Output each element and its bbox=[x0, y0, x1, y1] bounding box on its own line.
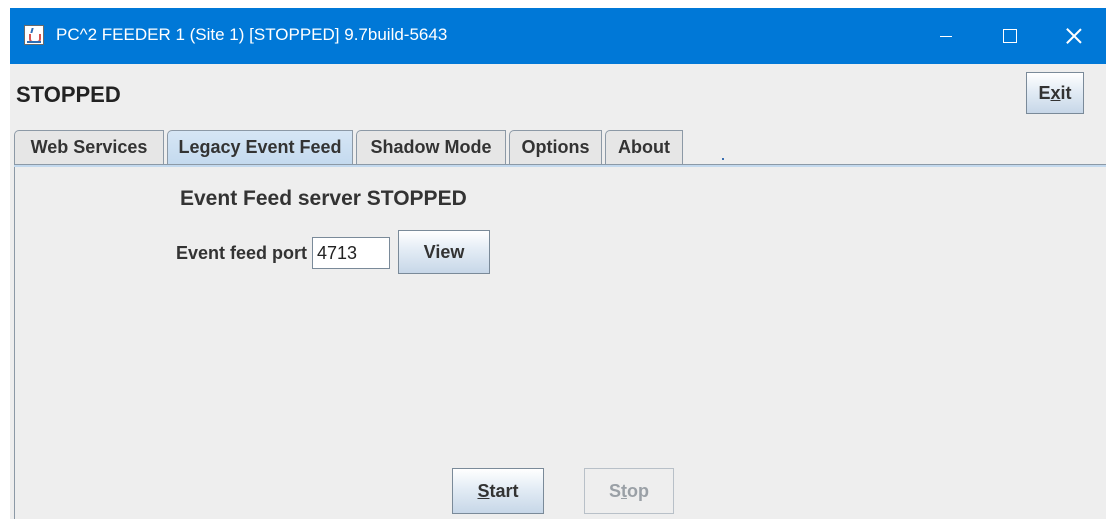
tab-options[interactable]: Options bbox=[509, 130, 602, 164]
start-label-rest: tart bbox=[489, 481, 519, 501]
stop-label-rest: op bbox=[627, 481, 649, 501]
start-mnemonic: S bbox=[477, 481, 490, 501]
maximize-icon bbox=[1003, 29, 1017, 43]
stop-button[interactable]: Stop bbox=[584, 468, 674, 514]
close-icon bbox=[1066, 28, 1082, 44]
tab-shadow-mode[interactable]: Shadow Mode bbox=[356, 130, 506, 164]
maximize-button[interactable] bbox=[978, 8, 1042, 64]
legacy-event-feed-panel bbox=[14, 167, 1106, 519]
tab-web-services[interactable]: Web Services bbox=[14, 130, 164, 164]
feeder-window: PC^2 FEEDER 1 (Site 1) [STOPPED] 9.7buil… bbox=[10, 8, 1106, 519]
stop-label-pre: S bbox=[608, 481, 621, 501]
view-button[interactable]: View bbox=[398, 230, 490, 274]
exit-button[interactable]: Exit bbox=[1026, 72, 1084, 114]
exit-label-pre: E bbox=[1038, 83, 1051, 103]
minimize-icon bbox=[940, 36, 952, 37]
tab-legacy-event-feed[interactable]: Legacy Event Feed bbox=[167, 130, 353, 166]
event-feed-port-label: Event feed port bbox=[176, 243, 308, 263]
feeder-status-label: STOPPED bbox=[16, 82, 121, 107]
start-button[interactable]: Start bbox=[452, 468, 544, 514]
exit-mnemonic: x bbox=[1050, 83, 1061, 103]
event-feed-port-input[interactable] bbox=[312, 237, 390, 269]
tab-strip-marker bbox=[722, 158, 724, 160]
close-button[interactable] bbox=[1042, 8, 1106, 64]
event-feed-server-status: Event Feed server STOPPED bbox=[180, 187, 467, 210]
tab-about[interactable]: About bbox=[605, 130, 683, 164]
window-title: PC^2 FEEDER 1 (Site 1) [STOPPED] 9.7buil… bbox=[56, 25, 448, 44]
title-bar[interactable]: PC^2 FEEDER 1 (Site 1) [STOPPED] 9.7buil… bbox=[10, 8, 1106, 64]
java-cup-icon bbox=[24, 25, 44, 45]
exit-label-post: it bbox=[1060, 83, 1072, 103]
minimize-button[interactable] bbox=[914, 8, 978, 64]
